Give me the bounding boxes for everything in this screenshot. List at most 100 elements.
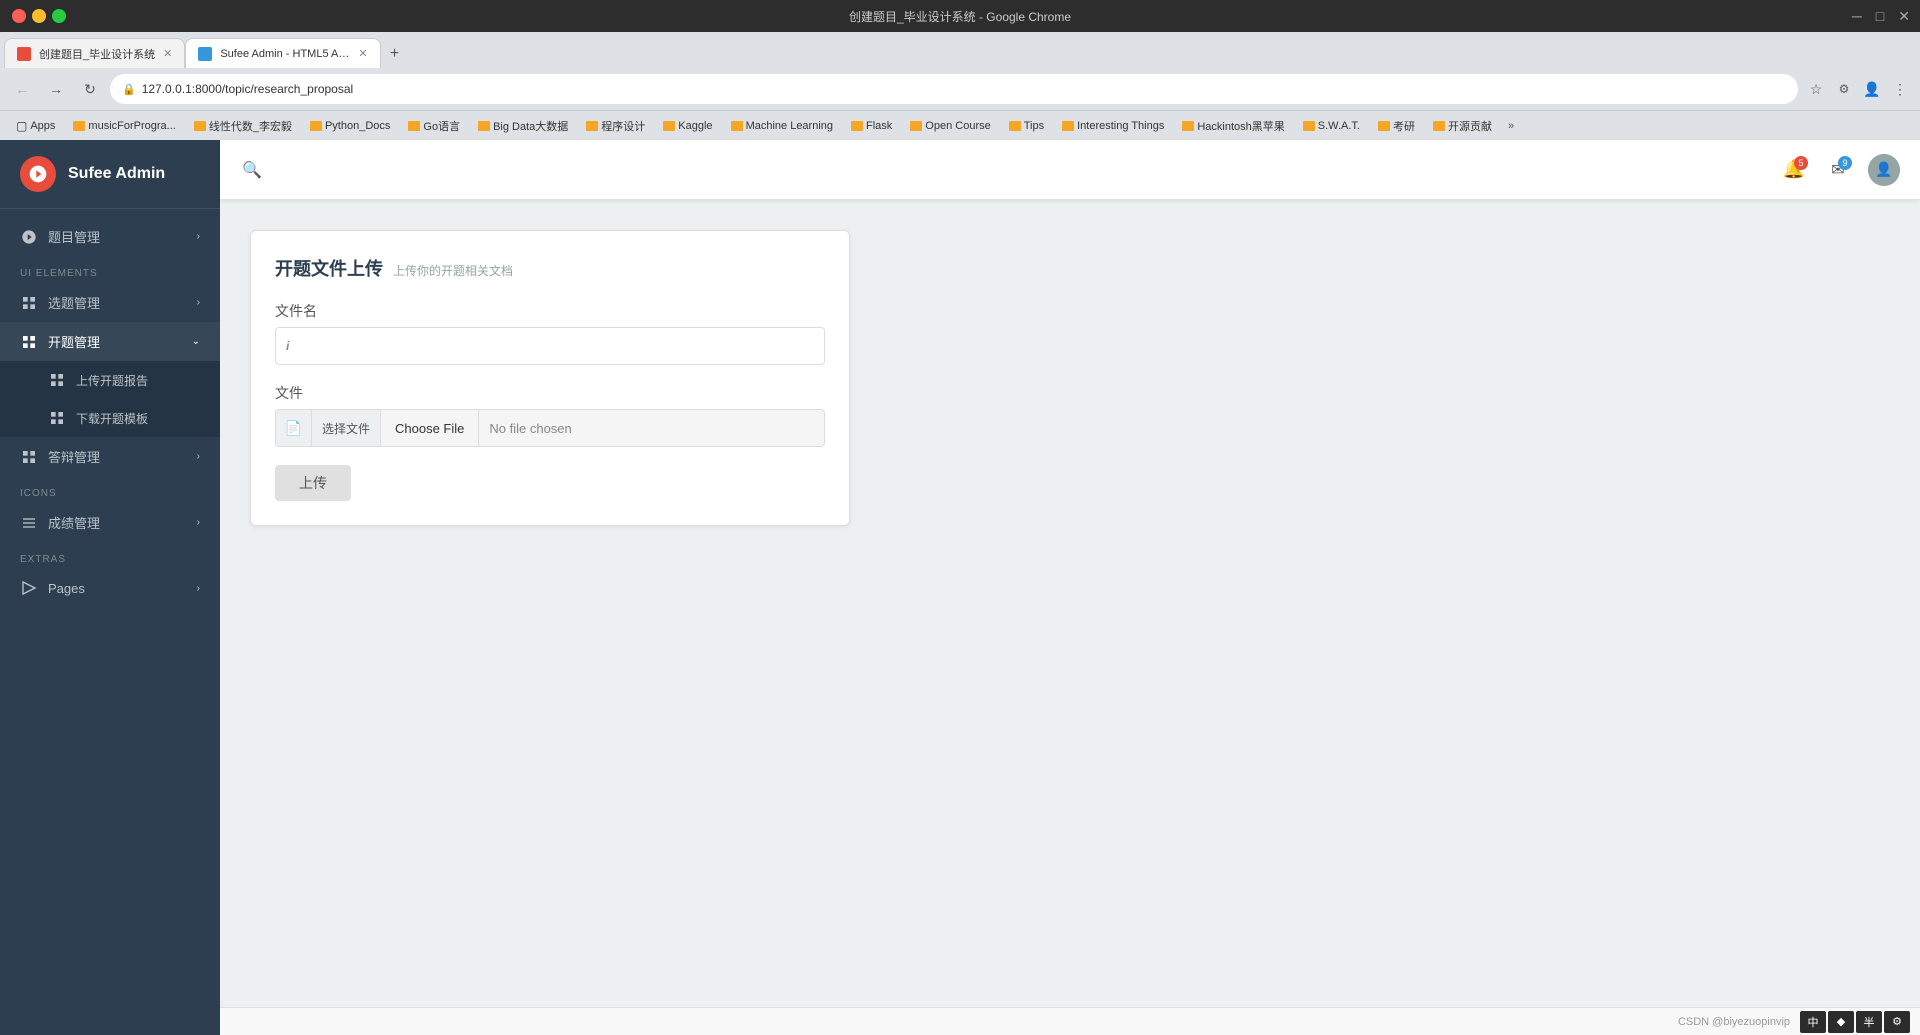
choose-file-button[interactable]: Choose File — [380, 409, 479, 447]
filename-input-wrapper: i — [275, 327, 825, 365]
download-template-label: 下载开题模板 — [76, 410, 148, 427]
sidebar-item-topic-open[interactable]: 开题管理 ⌄ — [0, 322, 220, 361]
bookmark-tips[interactable]: Tips — [1001, 117, 1052, 135]
upload-form-card: 开题文件上传 上传你的开题相关文档 文件名 i 文件 — [250, 230, 850, 526]
bookmark-interesting[interactable]: Interesting Things — [1054, 117, 1172, 135]
sidebar-menu: 题目管理 › UI ELEMENTS 选题管理 › 开题管理 — [0, 209, 220, 1035]
mail-button[interactable]: ✉ 9 — [1824, 156, 1852, 184]
tab1-close[interactable]: ✕ — [163, 47, 172, 60]
back-button[interactable]: ← — [8, 75, 36, 103]
grade-mgmt-label: 成绩管理 — [48, 513, 100, 532]
filename-input[interactable] — [297, 339, 814, 354]
bookmark-music[interactable]: musicForProgra... — [65, 117, 183, 135]
folder-icon — [586, 121, 598, 131]
folder-icon — [478, 121, 490, 131]
tab-1[interactable]: 创建题目_毕业设计系统 ✕ — [4, 38, 185, 68]
bookmark-icon[interactable]: ☆ — [1804, 77, 1828, 101]
folder-icon — [910, 121, 922, 131]
restore-icon[interactable]: □ — [1876, 8, 1884, 25]
minimize-icon[interactable]: ─ — [1852, 8, 1862, 25]
bookmark-ml[interactable]: Machine Learning — [723, 117, 841, 135]
form-card-title: 开题文件上传 — [275, 255, 383, 281]
tab1-favicon — [17, 47, 31, 61]
topic-open-chevron: ⌄ — [192, 336, 200, 347]
sidebar-item-topic-mgmt[interactable]: 题目管理 › — [0, 217, 220, 256]
forward-button[interactable]: → — [42, 75, 70, 103]
window-right-controls[interactable]: ─ □ ✕ — [1852, 8, 1910, 25]
user-avatar[interactable]: 👤 — [1868, 154, 1900, 186]
file-group: 文件 📄 选择文件 Choose File No file chosen — [275, 383, 825, 447]
bookmark-kaggle[interactable]: Kaggle — [655, 117, 720, 135]
window-controls[interactable] — [12, 9, 66, 23]
url-bar[interactable]: 🔒 127.0.0.1:8000/topic/research_proposal — [110, 74, 1798, 104]
bookmark-linear-algebra[interactable]: 线性代数_李宏毅 — [186, 115, 300, 137]
tab2-close[interactable]: ✕ — [358, 47, 367, 60]
mail-badge: 9 — [1838, 156, 1852, 170]
bell-button[interactable]: 🔔 5 — [1780, 156, 1808, 184]
window-title: 创建题目_毕业设计系统 - Google Chrome — [849, 8, 1071, 25]
folder-icon — [1009, 121, 1021, 131]
sidebar-item-upload-report[interactable]: 上传开题报告 — [0, 361, 220, 399]
bookmark-hackintosh[interactable]: Hackintosh黑苹果 — [1174, 115, 1292, 137]
sidebar-item-pages[interactable]: Pages › — [0, 569, 220, 607]
folder-icon — [310, 121, 322, 131]
select-mgmt-label: 选题管理 — [48, 293, 100, 312]
bookmark-opensource[interactable]: 开源贡献 — [1425, 115, 1500, 137]
reload-button[interactable]: ↻ — [76, 75, 104, 103]
tool-half[interactable]: 半 — [1856, 1011, 1882, 1033]
download-template-icon — [48, 409, 66, 427]
profile-icon[interactable]: 👤 — [1860, 77, 1884, 101]
folder-icon — [1378, 121, 1390, 131]
bookmark-music-label: musicForProgra... — [88, 120, 175, 132]
pages-icon — [20, 579, 38, 597]
bookmark-swat[interactable]: S.W.A.T. — [1295, 117, 1368, 135]
tool-dot[interactable]: ◆ — [1828, 1011, 1854, 1033]
bookmark-apps[interactable]: ▢ Apps — [8, 116, 63, 136]
bookmark-flask[interactable]: Flask — [843, 117, 900, 135]
sidebar: Sufee Admin 题目管理 › UI ELEMENTS — [0, 140, 220, 1035]
topic-mgmt-icon — [20, 228, 38, 246]
close-button[interactable] — [12, 9, 26, 23]
sidebar-brand: Sufee Admin — [0, 140, 220, 209]
maximize-button[interactable] — [52, 9, 66, 23]
upload-button[interactable]: 上传 — [275, 465, 351, 501]
close-icon[interactable]: ✕ — [1898, 8, 1910, 25]
bookmark-research-label: 考研 — [1393, 118, 1415, 134]
lock-icon: 🔒 — [122, 83, 136, 96]
sidebar-item-grade-mgmt[interactable]: 成绩管理 › — [0, 503, 220, 542]
select-mgmt-icon — [20, 294, 38, 312]
bookmark-python[interactable]: Python_Docs — [302, 117, 398, 135]
menu-icon[interactable]: ⋮ — [1888, 77, 1912, 101]
bottom-credit: CSDN @biyezuopinvip — [1678, 1016, 1790, 1028]
sidebar-item-defense-mgmt[interactable]: 答辩管理 › — [0, 437, 220, 476]
bookmark-hackintosh-label: Hackintosh黑苹果 — [1197, 118, 1284, 134]
info-icon: i — [286, 339, 289, 353]
bookmarks-more[interactable]: » — [1502, 117, 1520, 135]
bookmark-program[interactable]: 程序设计 — [578, 115, 653, 137]
topic-mgmt-chevron: › — [197, 231, 200, 242]
bookmark-bigdata-label: Big Data大数据 — [493, 118, 568, 134]
tool-settings[interactable]: ⚙ — [1884, 1011, 1910, 1033]
top-nav: 🔍 🔔 5 ✉ 9 👤 — [220, 140, 1920, 200]
main-content: 🔍 🔔 5 ✉ 9 👤 开题文件上传 上传你的开题相关文档 — [220, 140, 1920, 1035]
bookmark-bigdata[interactable]: Big Data大数据 — [470, 115, 576, 137]
folder-icon — [1303, 121, 1315, 131]
minimize-button[interactable] — [32, 9, 46, 23]
bookmark-interesting-label: Interesting Things — [1077, 120, 1164, 132]
folder-icon — [194, 121, 206, 131]
extensions-icon[interactable]: ⚙ — [1832, 77, 1856, 101]
file-input-wrapper: 📄 选择文件 Choose File No file chosen — [275, 409, 825, 447]
bookmark-opensource-label: 开源贡献 — [1448, 118, 1492, 134]
sidebar-item-download-template[interactable]: 下载开题模板 — [0, 399, 220, 437]
new-tab-button[interactable]: + — [381, 40, 409, 68]
tab2-favicon — [198, 47, 212, 61]
search-button[interactable]: 🔍 — [240, 158, 264, 182]
bookmark-opencourse[interactable]: Open Course — [902, 117, 998, 135]
bookmark-research[interactable]: 考研 — [1370, 115, 1423, 137]
tool-chinese[interactable]: 中 — [1800, 1011, 1826, 1033]
topic-mgmt-label: 题目管理 — [48, 227, 100, 246]
bookmark-go[interactable]: Go语言 — [400, 115, 468, 137]
sidebar-item-select-mgmt[interactable]: 选题管理 › — [0, 283, 220, 322]
tab-2[interactable]: Sufee Admin - HTML5 Admin... ✕ — [185, 38, 380, 68]
folder-icon — [408, 121, 420, 131]
